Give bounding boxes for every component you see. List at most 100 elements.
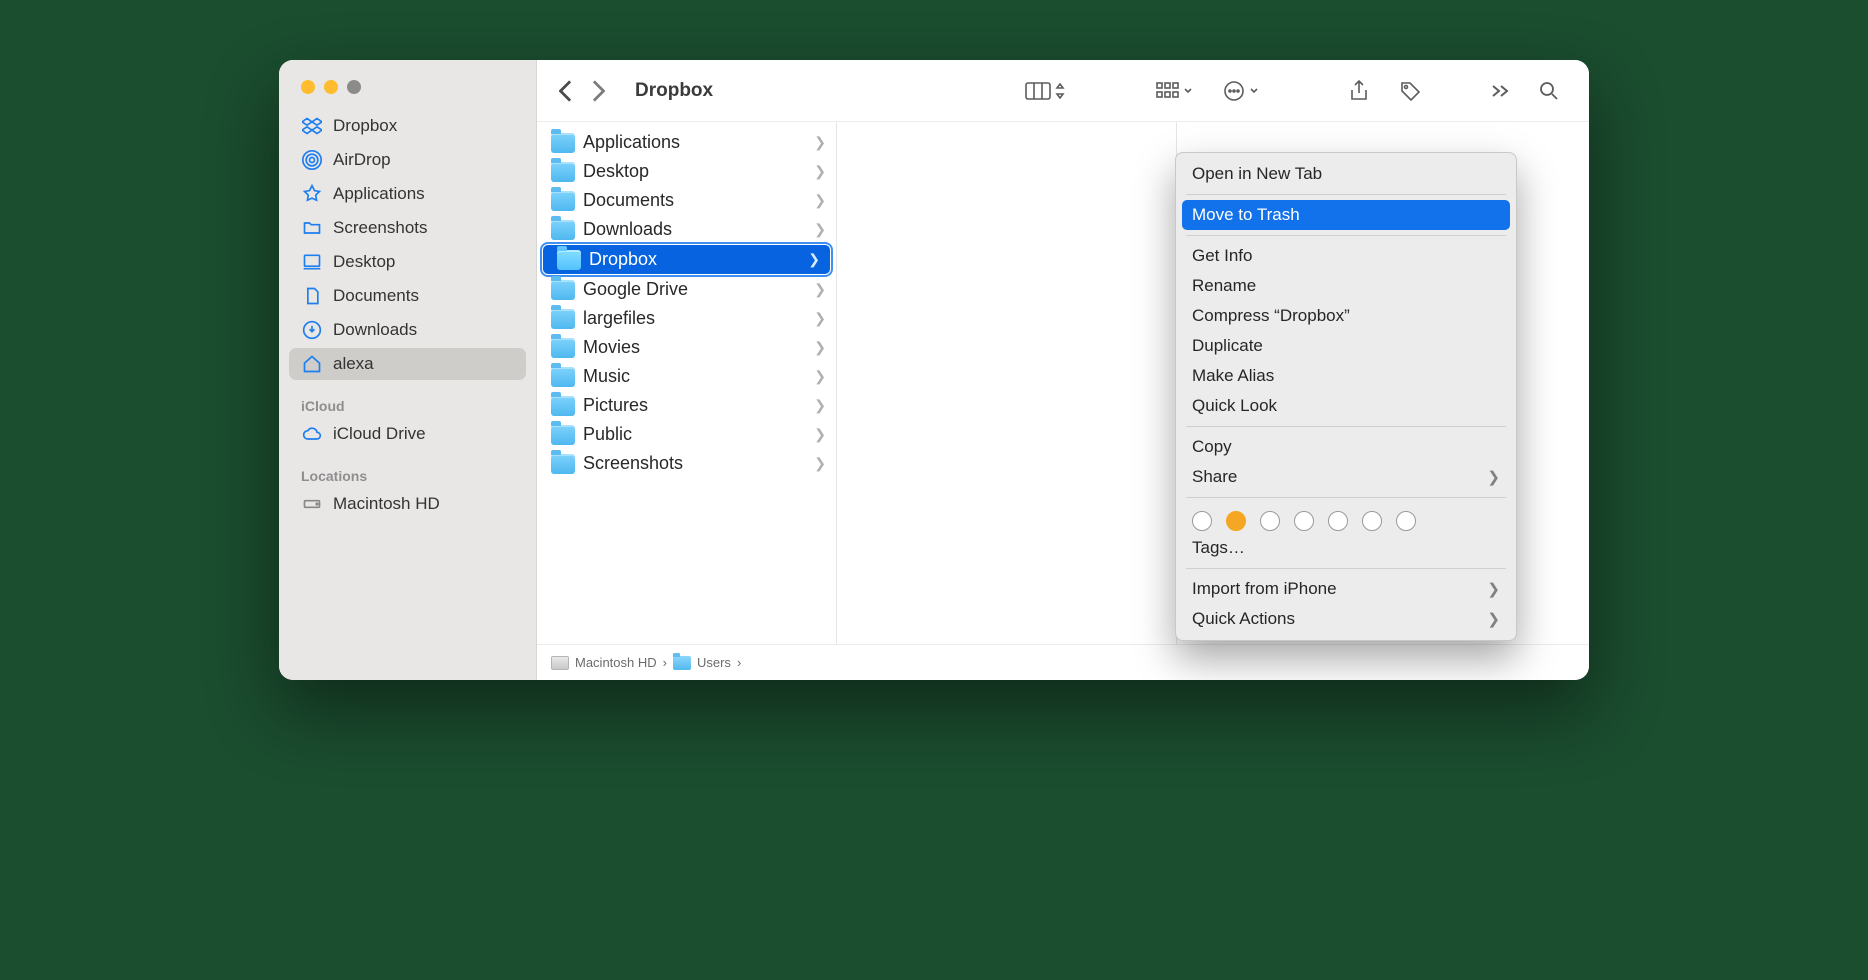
file-column-1: Applications❯ Desktop❯ Documents❯ Downlo… [537, 122, 837, 644]
cm-make-alias[interactable]: Make Alias [1176, 361, 1516, 391]
action-menu-button[interactable] [1215, 76, 1267, 106]
cm-import-iphone[interactable]: Import from iPhone❯ [1176, 574, 1516, 604]
cm-tags[interactable]: Tags… [1176, 533, 1516, 563]
separator [1186, 426, 1506, 427]
folder-music[interactable]: Music❯ [537, 362, 836, 391]
chevron-right-icon: ❯ [814, 455, 826, 472]
main-area: Dropbox [537, 60, 1589, 680]
separator [1186, 194, 1506, 195]
folder-label: Documents [583, 190, 674, 211]
folder-icon [551, 425, 575, 445]
chevron-right-icon: ❯ [808, 251, 820, 268]
chevron-right-icon: ❯ [814, 281, 826, 298]
folder-icon [551, 396, 575, 416]
folder-movies[interactable]: Movies ❯ [537, 333, 836, 362]
tag-orange[interactable] [1226, 511, 1246, 531]
back-button[interactable] [559, 80, 573, 102]
window-title: Dropbox [635, 80, 713, 102]
chevron-right-icon: ❯ [814, 397, 826, 414]
group-button[interactable] [1147, 77, 1201, 105]
view-columns-button[interactable] [1017, 77, 1073, 105]
chevron-right-icon: ❯ [814, 221, 826, 238]
zoom-window-button[interactable] [347, 80, 361, 94]
tag-color[interactable] [1260, 511, 1280, 531]
cm-move-to-trash[interactable]: Move to Trash [1182, 200, 1510, 230]
sidebar-item-documents[interactable]: Documents [289, 280, 526, 312]
folder-desktop[interactable]: Desktop❯ [537, 157, 836, 186]
file-column-2 [837, 122, 1177, 644]
folder-public[interactable]: Public❯ [537, 420, 836, 449]
airdrop-icon [301, 149, 323, 171]
folder-label: Movies [583, 337, 640, 358]
sidebar-item-screenshots[interactable]: Screenshots [289, 212, 526, 244]
folder-largefiles[interactable]: largefiles❯ [537, 304, 836, 333]
tag-none[interactable] [1192, 511, 1212, 531]
folder-label: largefiles [583, 308, 655, 329]
sidebar-item-downloads[interactable]: Downloads [289, 314, 526, 346]
documents-icon [301, 285, 323, 307]
tag-color[interactable] [1396, 511, 1416, 531]
folder-downloads[interactable]: Downloads ❯ [537, 215, 836, 244]
sidebar-item-dropbox[interactable]: Dropbox [289, 110, 526, 142]
forward-button[interactable] [591, 80, 605, 102]
folder-label: Desktop [583, 161, 649, 182]
sidebar-item-airdrop[interactable]: AirDrop [289, 144, 526, 176]
folder-icon [551, 338, 575, 358]
tag-color[interactable] [1362, 511, 1382, 531]
dropbox-icon [301, 115, 323, 137]
cm-label: Compress “Dropbox” [1192, 306, 1350, 326]
folder-pictures[interactable]: Pictures ❯ [537, 391, 836, 420]
home-icon [301, 353, 323, 375]
sidebar-section-icloud: iCloud [289, 382, 526, 418]
cm-share[interactable]: Share❯ [1176, 462, 1516, 492]
folder-screenshots[interactable]: Screenshots ❯ [537, 449, 836, 478]
folder-label: Screenshots [583, 453, 683, 474]
folder-label: Downloads [583, 219, 672, 240]
sidebar-item-icloud-drive[interactable]: iCloud Drive [289, 418, 526, 450]
cm-duplicate[interactable]: Duplicate [1176, 331, 1516, 361]
path-crumb-users[interactable]: Users [673, 655, 731, 670]
folder-icon [551, 309, 575, 329]
tags-button[interactable] [1391, 76, 1429, 106]
tag-color[interactable] [1294, 511, 1314, 531]
chevron-right-icon: ❯ [814, 426, 826, 443]
desktop-icon [301, 251, 323, 273]
folder-documents[interactable]: Documents ❯ [537, 186, 836, 215]
search-button[interactable] [1531, 77, 1567, 105]
chevron-right-icon: › [737, 655, 741, 670]
separator [1186, 497, 1506, 498]
disk-icon [301, 493, 323, 515]
sidebar-item-applications[interactable]: Applications [289, 178, 526, 210]
folder-label: Pictures [583, 395, 648, 416]
sidebar-item-desktop[interactable]: Desktop [289, 246, 526, 278]
window-controls [279, 60, 536, 110]
cm-quick-look[interactable]: Quick Look [1176, 391, 1516, 421]
chevron-right-icon: ❯ [814, 339, 826, 356]
sidebar-item-macintosh-hd[interactable]: Macintosh HD [289, 488, 526, 520]
sidebar-item-label: Documents [333, 286, 419, 306]
cm-quick-actions[interactable]: Quick Actions❯ [1176, 604, 1516, 634]
cm-label: Duplicate [1192, 336, 1263, 356]
cm-rename[interactable]: Rename [1176, 271, 1516, 301]
chevron-right-icon: ❯ [1487, 580, 1500, 598]
sidebar-item-home[interactable]: alexa [289, 348, 526, 380]
finder-window: Dropbox AirDrop Applications Screenshots… [279, 60, 1589, 680]
folder-icon [551, 191, 575, 211]
path-crumb-root[interactable]: Macintosh HD [551, 655, 657, 670]
share-button[interactable] [1341, 76, 1377, 106]
folder-google-drive[interactable]: Google Drive❯ [537, 275, 836, 304]
folder-dropbox[interactable]: Dropbox❯ [543, 245, 830, 274]
close-window-button[interactable] [301, 80, 315, 94]
folder-applications[interactable]: Applications❯ [537, 128, 836, 157]
cm-compress[interactable]: Compress “Dropbox” [1176, 301, 1516, 331]
cm-open-new-tab[interactable]: Open in New Tab [1176, 159, 1516, 189]
folder-icon [551, 367, 575, 387]
folder-icon [551, 133, 575, 153]
cm-get-info[interactable]: Get Info [1176, 241, 1516, 271]
cm-copy[interactable]: Copy [1176, 432, 1516, 462]
overflow-button[interactable] [1483, 80, 1517, 102]
tag-color[interactable] [1328, 511, 1348, 531]
minimize-window-button[interactable] [324, 80, 338, 94]
sidebar-item-label: alexa [333, 354, 374, 374]
chevron-right-icon: ❯ [814, 192, 826, 209]
